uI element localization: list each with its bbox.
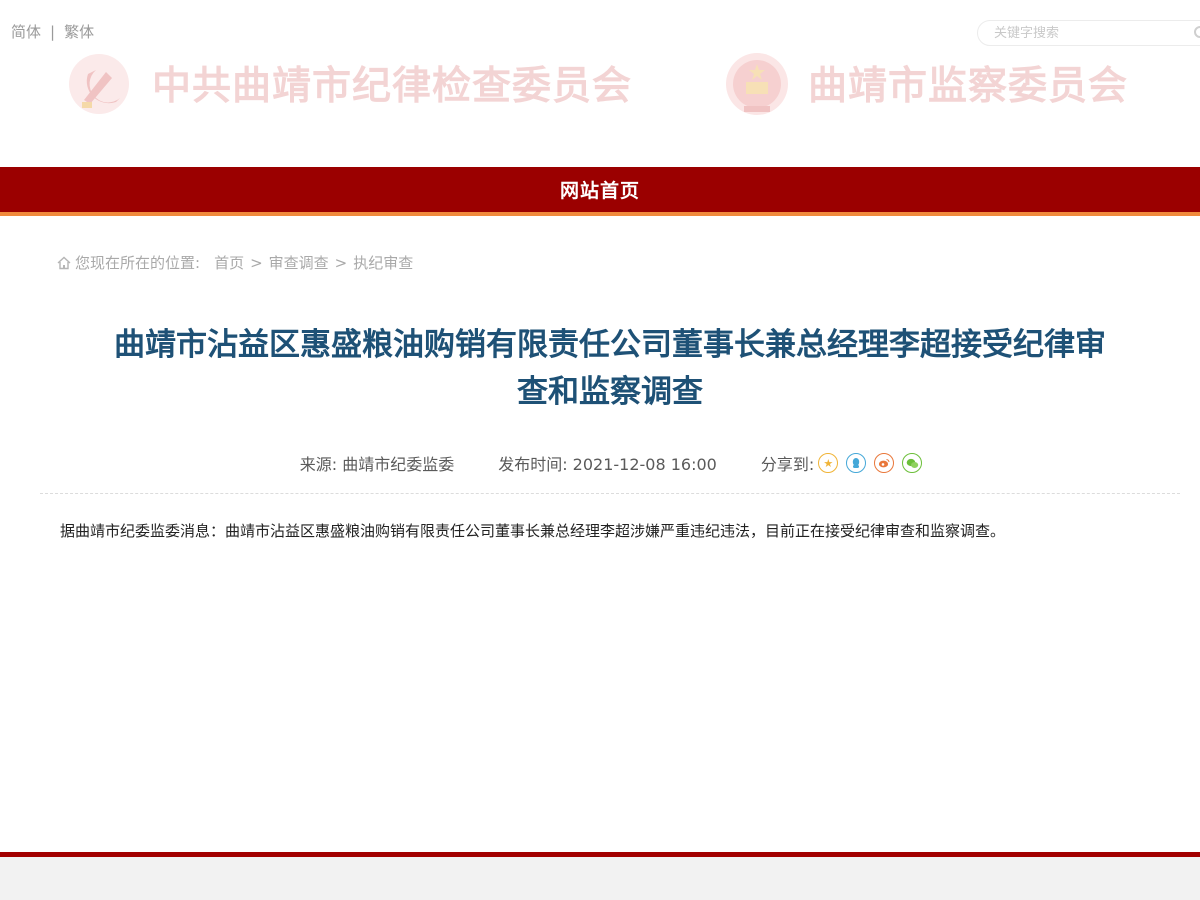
- lang-separator: |: [50, 22, 56, 41]
- share-bar: 分享到: ★: [760, 451, 923, 475]
- wechat-icon[interactable]: [902, 453, 923, 473]
- search-icon[interactable]: [1194, 26, 1200, 38]
- nav-accent-bar: [0, 212, 1200, 216]
- article-title: 曲靖市沾益区惠盛粮油购销有限责任公司董事长兼总经理李超接受纪律审查和监察调查: [114, 327, 1106, 410]
- banner-supervision-commission: 曲靖市监察委员会: [724, 48, 1128, 118]
- favorite-icon[interactable]: ★: [818, 453, 839, 473]
- lang-traditional-link[interactable]: 繁体: [64, 21, 94, 42]
- banner-right-title: 曲靖市监察委员会: [808, 63, 1129, 109]
- banner-left-title: 中共曲靖市纪律检查委员会: [152, 63, 633, 109]
- party-emblem-icon: [69, 54, 129, 114]
- main-navbar: 网站首页: [0, 167, 1200, 212]
- qq-icon[interactable]: [846, 453, 867, 473]
- breadcrumb-prefix: 您现在所在的位置:: [75, 254, 201, 272]
- weibo-icon[interactable]: [874, 453, 895, 473]
- home-icon: [57, 256, 71, 269]
- breadcrumb-separator: >: [334, 253, 348, 272]
- nav-home-link[interactable]: 网站首页: [560, 176, 640, 203]
- breadcrumb: 您现在所在的位置: 首页 > 审查调查 > 执纪审查: [56, 252, 413, 273]
- lang-simplified-link[interactable]: 简体: [11, 21, 41, 42]
- article-meta: 来源: 曲靖市纪委监委 发布时间: 2021-12-08 16:00 分享到: …: [0, 451, 1200, 475]
- banner-discipline-commission: 中共曲靖市纪律检查委员会: [66, 48, 632, 118]
- breadcrumb-home-link[interactable]: 首页: [214, 252, 244, 273]
- site-header: 简体 | 繁体 中共曲靖市纪律检查委员会 曲靖市监察委员会: [0, 0, 1200, 167]
- site-footer: [0, 857, 1200, 900]
- article-body: 据曲靖市纪委监委消息：曲靖市沾益区惠盛粮油购销有限责任公司董事长兼总经理李超涉嫌…: [60, 522, 1006, 540]
- article-source: 来源: 曲靖市纪委监委: [299, 455, 455, 474]
- share-label: 分享到:: [760, 455, 815, 474]
- national-emblem-icon: [726, 53, 788, 115]
- breadcrumb-discipline-review-link[interactable]: 执纪审查: [353, 252, 413, 273]
- meta-divider: [40, 493, 1180, 494]
- breadcrumb-investigation-link[interactable]: 审查调查: [269, 252, 329, 273]
- breadcrumb-separator: >: [250, 253, 263, 272]
- article-publish-time: 发布时间: 2021-12-08 16:00: [498, 455, 717, 474]
- search-input[interactable]: [992, 25, 1186, 42]
- language-switcher: 简体 | 繁体: [11, 21, 94, 42]
- search-box: [977, 20, 1200, 46]
